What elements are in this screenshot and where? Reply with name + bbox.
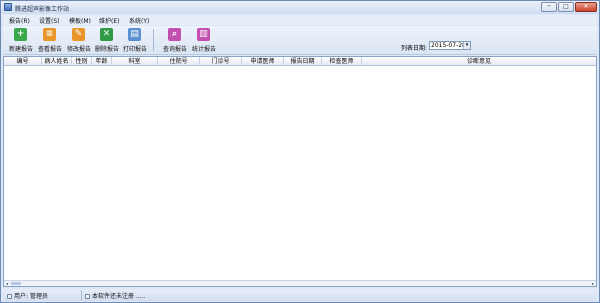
menu-report[interactable]: 报告(R) — [9, 16, 30, 25]
menu-settings[interactable]: 设置(S) — [39, 16, 60, 25]
scroll-right-icon[interactable]: ▸ — [590, 281, 596, 286]
print-report-label: 打印报告 — [122, 46, 147, 53]
column-header-outpatient-no[interactable]: 门诊号 — [200, 57, 242, 66]
user-value: 管理员 — [29, 293, 48, 300]
status-dots: ..... — [135, 293, 146, 300]
status-license: 本软件还未注册 ..... — [85, 291, 145, 300]
list-date-select[interactable]: 2015-07-28 ▾ — [429, 41, 471, 50]
search-report-icon: ⌕ — [168, 28, 181, 41]
window-title: 腾进超声影像工作站 — [15, 6, 70, 13]
list-date-label: 列表日期: — [401, 45, 428, 52]
column-header-inpatient-no[interactable]: 住院号 — [158, 57, 200, 66]
license-status-icon — [85, 294, 90, 299]
column-header-gender[interactable]: 性别 — [72, 57, 92, 66]
scroll-left-icon[interactable]: ◂ — [4, 281, 10, 286]
user-status-icon — [7, 294, 12, 299]
menu-bar: 报告(R) 设置(S) 模板(M) 维护(E) 系统(Y) — [3, 15, 597, 25]
new-report-icon: + — [14, 28, 27, 41]
view-report-icon: ≡ — [43, 28, 56, 41]
app-window: 腾进超声影像工作站 ─ □ ✕ 报告(R) 设置(S) 模板(M) 维护(E) … — [0, 0, 600, 303]
toolbar: + 新建报告 ≡ 查看报告 ✎ 修改报告 ✕ 删除报告 ▤ 打印报告 ⌕ 查询报… — [3, 26, 597, 55]
status-user: 用户: 管理员 — [7, 291, 48, 300]
minimize-button[interactable]: ─ — [541, 2, 557, 12]
stats-report-icon: ▥ — [197, 28, 210, 41]
menu-maintenance[interactable]: 维护(E) — [99, 16, 119, 25]
menu-template[interactable]: 模板(M) — [69, 16, 91, 25]
close-button[interactable]: ✕ — [575, 2, 597, 12]
horizontal-scrollbar[interactable]: ◂ ▸ — [4, 280, 596, 286]
status-separator — [81, 290, 82, 300]
list-date-value: 2015-07-28 — [431, 42, 466, 49]
title-bar[interactable]: 腾进超声影像工作站 ─ □ ✕ — [1, 1, 599, 14]
status-bar: 用户: 管理员 本软件还未注册 ..... — [3, 289, 597, 301]
column-header-examining-doctor[interactable]: 检查医师 — [322, 57, 362, 66]
toolbar-separator — [153, 29, 154, 51]
column-header-requesting-doctor[interactable]: 申请医师 — [242, 57, 284, 66]
column-header-department[interactable]: 科室 — [112, 57, 158, 66]
column-header-id[interactable]: 编号 — [4, 57, 42, 66]
table-header: 编号 病人姓名 性别 年龄 科室 住院号 门诊号 申请医师 报告日期 检查医师 … — [4, 57, 596, 66]
license-text: 本软件还未注册 — [92, 293, 135, 300]
print-report-button[interactable]: ▤ 打印报告 — [120, 27, 150, 54]
menu-system[interactable]: 系统(Y) — [129, 16, 149, 25]
column-header-report-date[interactable]: 报告日期 — [284, 57, 322, 66]
user-label: 用户: — [14, 293, 29, 300]
scroll-thumb[interactable] — [11, 282, 21, 285]
app-icon — [4, 3, 12, 11]
chevron-down-icon[interactable]: ▾ — [463, 42, 470, 49]
delete-report-icon: ✕ — [100, 28, 113, 41]
report-table[interactable]: 编号 病人姓名 性别 年龄 科室 住院号 门诊号 申请医师 报告日期 检查医师 … — [3, 56, 597, 287]
stats-report-button[interactable]: ▥ 统计报告 — [189, 27, 219, 54]
column-header-diagnosis[interactable]: 诊断意见 — [362, 57, 596, 66]
stats-report-label: 统计报告 — [191, 46, 216, 53]
maximize-button[interactable]: □ — [558, 2, 574, 12]
column-header-age[interactable]: 年龄 — [92, 57, 112, 66]
edit-report-icon: ✎ — [72, 28, 85, 41]
column-header-patient-name[interactable]: 病人姓名 — [42, 57, 72, 66]
print-report-icon: ▤ — [128, 28, 141, 41]
